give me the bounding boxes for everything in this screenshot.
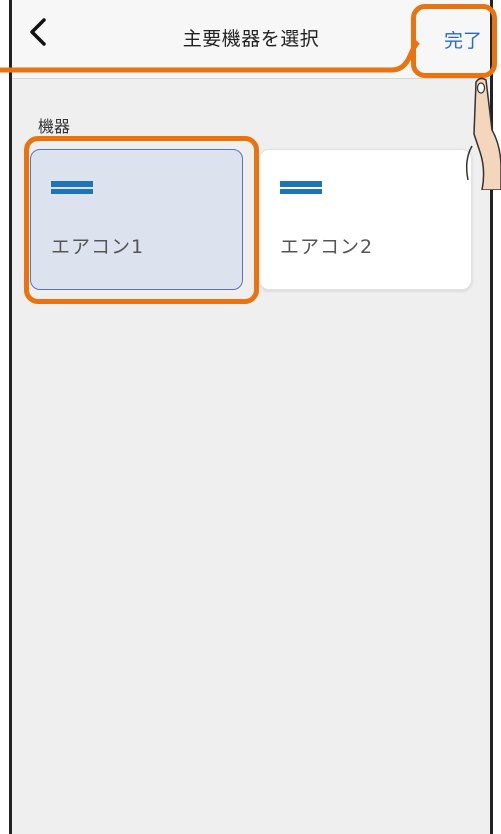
device-label: エアコン2 [280, 236, 374, 258]
device-label: エアコン1 [51, 236, 145, 258]
air-conditioner-icon [51, 181, 93, 194]
device-card-aircon-2[interactable]: エアコン2 [259, 149, 472, 290]
phone-screen: 主要機器を選択 完了 機器 エアコン1 エアコン2 [9, 0, 493, 834]
device-card-aircon-1[interactable]: エアコン1 [30, 149, 243, 290]
page-title: 主要機器を選択 [182, 28, 320, 50]
header: 主要機器を選択 完了 [12, 0, 490, 79]
air-conditioner-icon [280, 181, 322, 194]
done-button[interactable]: 完了 [444, 26, 482, 53]
section-label-devices: 機器 [38, 117, 71, 136]
